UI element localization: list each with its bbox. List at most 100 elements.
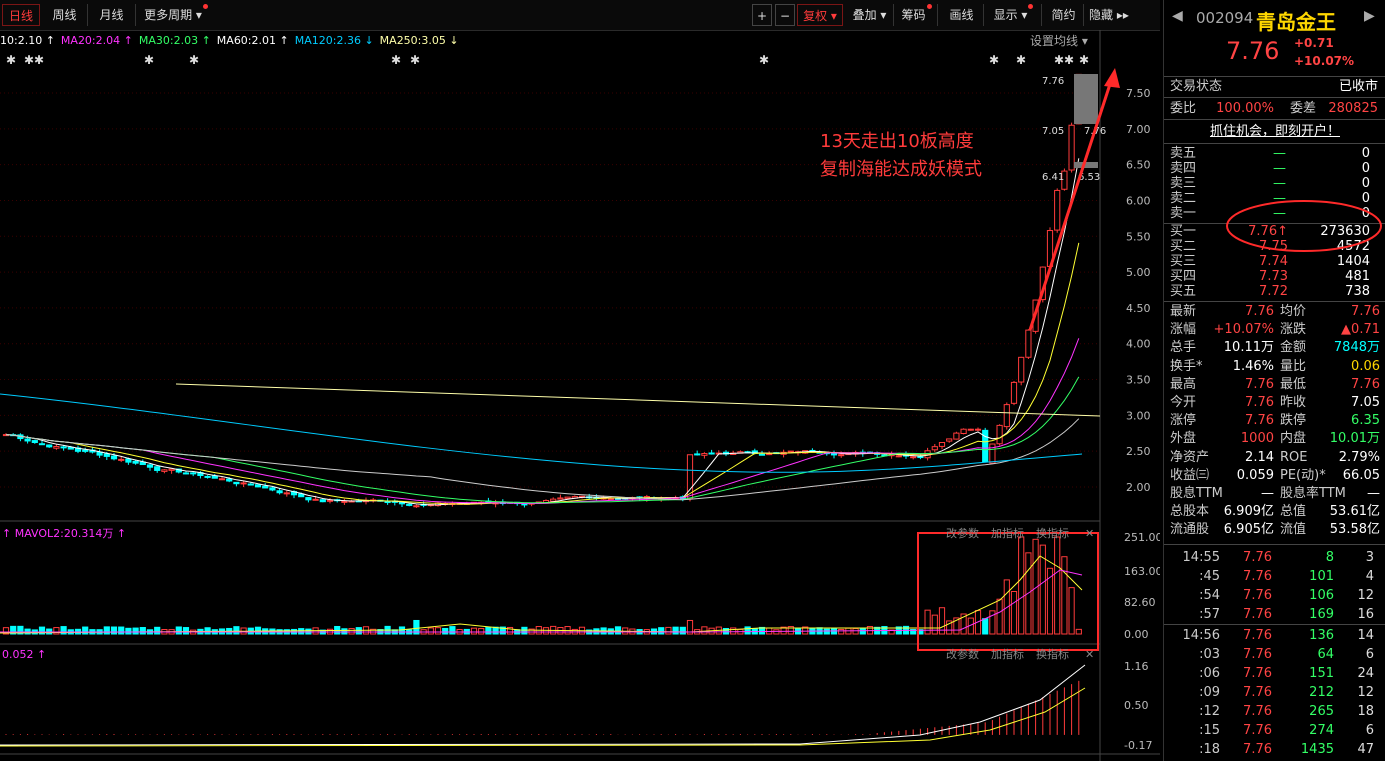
volume-bar bbox=[1010, 590, 1018, 635]
bid-volume: 481 bbox=[1345, 269, 1370, 284]
tick-count: 16 bbox=[1357, 607, 1374, 622]
tick-price: 7.76 bbox=[1243, 628, 1272, 643]
volume-bar bbox=[1061, 556, 1068, 635]
trade-status-value: 已收市 bbox=[1338, 79, 1378, 94]
candle-body bbox=[326, 499, 334, 502]
tick-price: 7.76 bbox=[1243, 666, 1272, 681]
candle-body bbox=[1010, 381, 1018, 404]
macd-control-button: 换指标 bbox=[1036, 647, 1069, 661]
volume-bar bbox=[470, 627, 478, 635]
ask-volume: 0 bbox=[1361, 161, 1370, 176]
candle-body bbox=[938, 442, 946, 447]
stat-label: 涨幅 bbox=[1170, 322, 1197, 338]
volume-bar bbox=[348, 628, 355, 635]
candle-body bbox=[931, 446, 938, 451]
weibi-value: 100.00% bbox=[1216, 101, 1274, 116]
candle-body bbox=[917, 456, 924, 459]
stat-value: 7.76 bbox=[1245, 304, 1274, 319]
volume-bar bbox=[730, 627, 737, 635]
bid-price: 7.74 bbox=[1259, 254, 1288, 269]
bid-volume: 1404 bbox=[1336, 254, 1370, 269]
stock-code: 002094 bbox=[1196, 9, 1254, 27]
candle-body bbox=[384, 501, 391, 504]
stat-value: ▲0.71 bbox=[1341, 322, 1380, 338]
stat-row: 流通股 6.905亿 流值 53.58亿 bbox=[1164, 521, 1385, 539]
event-star-icon: ✱ bbox=[144, 53, 154, 67]
next-stock-icon[interactable]: ▶ bbox=[1364, 8, 1375, 24]
tick-time: 14:55 bbox=[1182, 550, 1220, 565]
volume-bar bbox=[996, 598, 1003, 635]
tick-time: :45 bbox=[1199, 569, 1220, 584]
stat-value: 53.58亿 bbox=[1329, 522, 1380, 538]
tick-row: :06 7.76 151 24 bbox=[1164, 664, 1385, 683]
bid-label: 买四 bbox=[1170, 269, 1197, 284]
volume-bar bbox=[823, 628, 830, 635]
ma-line bbox=[5, 338, 1080, 504]
kline-chart[interactable]: 7.50 7.00 6.50 6.00 5.50 5.00 4.50 4.00 3.50 3.00… bbox=[0, 0, 1160, 761]
candle-body bbox=[53, 446, 60, 449]
macd-axis-label: 0.50 bbox=[1124, 699, 1149, 712]
weibi-label: 委比 bbox=[1170, 101, 1197, 116]
volume-bar bbox=[118, 626, 125, 635]
stat-label: 股息率TTM bbox=[1280, 486, 1346, 501]
candle-body bbox=[305, 497, 312, 501]
tick-count: 6 bbox=[1365, 723, 1374, 738]
candle-body bbox=[1025, 329, 1032, 358]
ma120-line bbox=[0, 393, 1083, 473]
tick-row: :18 7.76 1435 47 bbox=[1164, 740, 1385, 759]
tick-price: 7.76 bbox=[1243, 588, 1272, 603]
stat-value: 7.76 bbox=[1351, 376, 1380, 392]
weibi-row: 委比 100.00% 委差 280825 bbox=[1164, 100, 1385, 118]
stat-label: 换手* bbox=[1170, 358, 1203, 374]
macd-control-button: 加指标 bbox=[991, 647, 1024, 661]
prev-stock-icon[interactable]: ◀ bbox=[1172, 8, 1183, 24]
stat-label: 涨跌 bbox=[1280, 322, 1307, 338]
stat-label: 金额 bbox=[1280, 340, 1307, 356]
volume-bar bbox=[982, 618, 989, 635]
bid-price: 7.75 bbox=[1259, 239, 1288, 254]
candle-body bbox=[974, 428, 982, 431]
volume-bar bbox=[154, 626, 161, 635]
candle-body bbox=[226, 478, 233, 482]
price-change-pct: +10.07% bbox=[1294, 54, 1355, 68]
candle-body bbox=[247, 483, 254, 486]
macd-axis-label: -0.17 bbox=[1124, 739, 1152, 752]
price-axis-label: 3.00 bbox=[1126, 409, 1151, 422]
open-account-link[interactable]: 抓住机会，即刻开户！ bbox=[1164, 122, 1385, 142]
candle-body bbox=[341, 500, 348, 503]
stat-value: 7.76 bbox=[1245, 395, 1274, 410]
stat-row: 总股本 6.909亿 总值 53.61亿 bbox=[1164, 503, 1385, 521]
volume-bar bbox=[485, 626, 492, 635]
quote-header: ◀ ▶ 002094 青岛金王 7.76 +0.71 +10.07% bbox=[1164, 0, 1385, 74]
volume-bar bbox=[341, 628, 348, 635]
volume-bar bbox=[1018, 536, 1025, 635]
stat-label: 今开 bbox=[1170, 395, 1197, 410]
ask-label: 卖四 bbox=[1170, 161, 1197, 176]
bid-row: 买一 7.76↑ 273630 bbox=[1164, 224, 1385, 239]
stat-label: 涨停 bbox=[1170, 413, 1197, 429]
vol-axis-label: 251.00 bbox=[1124, 531, 1160, 544]
ask-label: 卖三 bbox=[1170, 176, 1197, 191]
event-star-icon: ✱ bbox=[24, 53, 34, 67]
stat-label: 最新 bbox=[1170, 304, 1197, 319]
stat-value: 6.905亿 bbox=[1223, 522, 1274, 538]
candle-body bbox=[895, 455, 902, 458]
price-axis-label: 5.50 bbox=[1126, 230, 1151, 243]
candle-body bbox=[190, 472, 197, 475]
volume-bar bbox=[701, 626, 708, 635]
stat-value: 10.01万 bbox=[1329, 431, 1380, 447]
stat-value: 53.61亿 bbox=[1329, 504, 1380, 520]
stat-value: 7.76 bbox=[1245, 413, 1274, 429]
tick-count: 47 bbox=[1357, 742, 1374, 757]
stat-value: — bbox=[1261, 486, 1274, 501]
ask-volume: 0 bbox=[1361, 146, 1370, 161]
tick-price: 7.76 bbox=[1243, 742, 1272, 757]
volume-bar bbox=[478, 628, 485, 635]
tick-volume: 106 bbox=[1309, 588, 1334, 603]
event-star-icon: ✱ bbox=[34, 53, 44, 67]
stat-value: 2.79% bbox=[1338, 449, 1380, 465]
stat-label: 量比 bbox=[1280, 358, 1307, 374]
tick-volume: 64 bbox=[1317, 647, 1334, 662]
tick-volume: 101 bbox=[1309, 569, 1334, 584]
ma-line bbox=[5, 418, 1080, 501]
